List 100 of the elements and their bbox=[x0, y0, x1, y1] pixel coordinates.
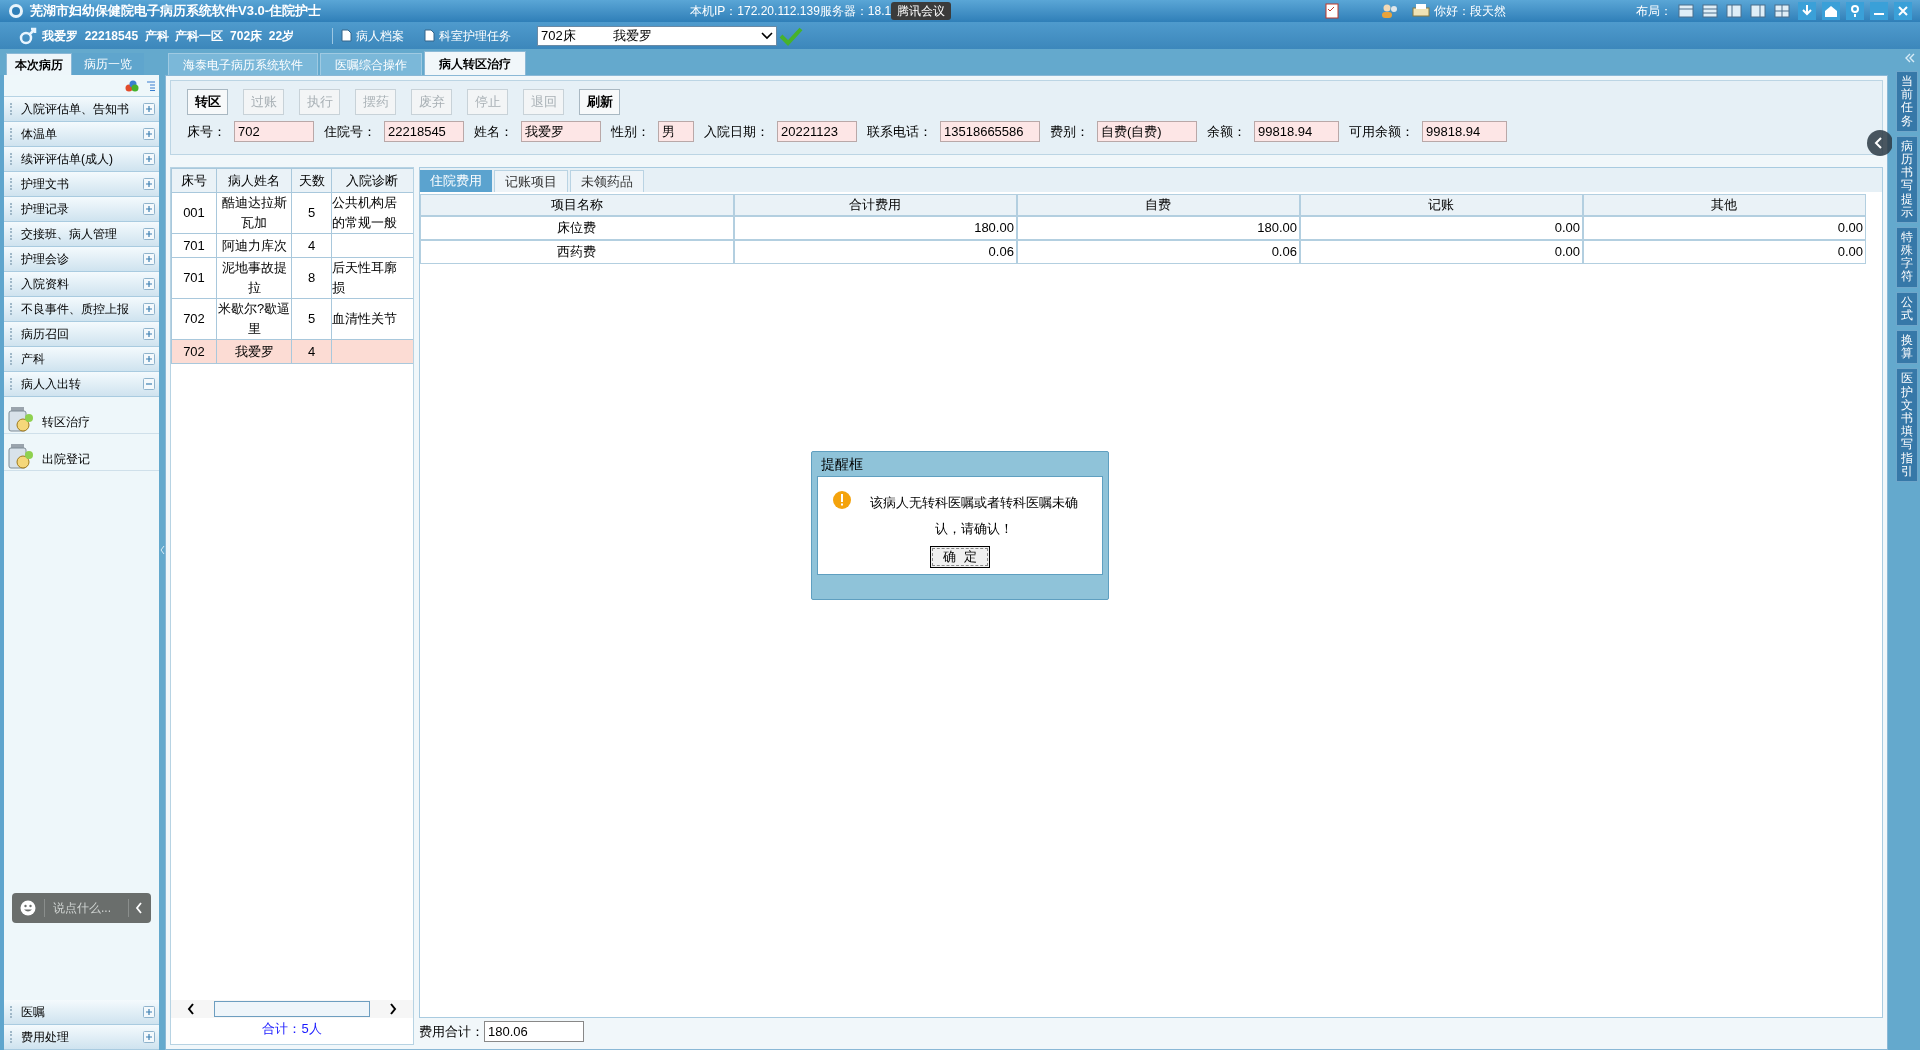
sidebar-item-label: 转区治疗 bbox=[42, 414, 90, 431]
side-tool-tab[interactable]: 当前任务 bbox=[1896, 71, 1918, 132]
table-cell: 0.00 bbox=[1299, 240, 1583, 264]
info-field[interactable]: 我爱罗 bbox=[521, 121, 601, 142]
section-label: 医嘱 bbox=[21, 1004, 46, 1021]
table-cell: 4 bbox=[291, 339, 332, 364]
column-header[interactable]: 记账 bbox=[1299, 194, 1583, 216]
side-tool-tab[interactable]: 换算 bbox=[1896, 330, 1918, 365]
field-label: 床号： bbox=[187, 122, 226, 141]
patient-row[interactable]: 702 米歇尔?歇逼里 5 血清性关节 bbox=[171, 298, 413, 340]
column-header[interactable]: 病人姓名 bbox=[216, 168, 292, 193]
table-cell: 0.00 bbox=[1299, 216, 1583, 240]
info-field[interactable]: 99818.94 bbox=[1422, 121, 1507, 142]
field-label: 联系电话： bbox=[867, 122, 932, 141]
info-field[interactable]: 男 bbox=[658, 121, 694, 142]
side-tool-tab[interactable]: 医护文书填写指引 bbox=[1896, 368, 1918, 482]
sidebar-section-header[interactable]: 护理会诊 bbox=[4, 247, 159, 272]
table-cell: 4 bbox=[291, 233, 332, 258]
side-tool-tab[interactable]: 公式 bbox=[1896, 291, 1918, 326]
column-header[interactable]: 天数 bbox=[291, 168, 332, 193]
table-cell: 泥地事故提拉 bbox=[216, 257, 292, 299]
sidebar-section-header[interactable]: 交接班、病人管理 bbox=[4, 222, 159, 247]
sidebar-section-header[interactable]: 不良事件、质控上报 bbox=[4, 297, 159, 322]
fee-total-label: 费用合计： bbox=[419, 1022, 484, 1041]
section-label: 体温单 bbox=[21, 126, 58, 143]
bed-select[interactable]: 702床 我爱罗 bbox=[537, 25, 778, 46]
section-label: 不良事件、质控上报 bbox=[21, 301, 130, 318]
patient-summary: 我爱罗 22218545 产科 产科一区 702床 22岁 bbox=[42, 27, 295, 45]
greeting-text: 你好：段天然 bbox=[1434, 3, 1506, 20]
dialog-title: 提醒框 bbox=[820, 454, 864, 474]
table-cell: 5 bbox=[291, 298, 332, 340]
field-label: 余额： bbox=[1207, 122, 1246, 141]
table-cell: 0.06 bbox=[1016, 240, 1300, 264]
fee-tab[interactable]: 未领药品 bbox=[570, 170, 644, 192]
sidebar-section-header[interactable]: 入院资料 bbox=[4, 272, 159, 297]
table-cell: 001 bbox=[171, 192, 217, 234]
sidebar-section-header[interactable]: 护理文书 bbox=[4, 172, 159, 197]
side-tool-tab[interactable]: 病历书写提示 bbox=[1896, 135, 1918, 223]
fee-total-field[interactable]: 180.06 bbox=[484, 1021, 584, 1042]
sidebar-section-header[interactable]: 费用处理 bbox=[4, 1025, 159, 1050]
ok-button[interactable]: 确 定 bbox=[930, 546, 990, 568]
patient-row[interactable]: 702 我爱罗 4 bbox=[171, 339, 413, 364]
table-cell: 西药费 bbox=[420, 240, 734, 264]
info-field[interactable]: 13518665586 bbox=[940, 121, 1040, 142]
sidebar-section-header[interactable]: 体温单 bbox=[4, 122, 159, 147]
fee-tab[interactable]: 记账项目 bbox=[494, 170, 568, 192]
sidebar-section-header[interactable]: 入院评估单、告知书 bbox=[4, 97, 159, 122]
table-cell: 702 bbox=[171, 298, 217, 340]
sidebar-section-header[interactable]: 病历召回 bbox=[4, 322, 159, 347]
sidebar-section-header[interactable]: 产科 bbox=[4, 347, 159, 372]
column-header[interactable]: 床号 bbox=[171, 168, 217, 193]
column-header[interactable]: 其他 bbox=[1582, 194, 1866, 216]
toolbar-button[interactable]: 转区 bbox=[187, 89, 228, 115]
layout-label: 布局： bbox=[1636, 3, 1672, 20]
section-label: 入院资料 bbox=[21, 276, 70, 293]
patient-row[interactable]: 001 酷迪达拉斯瓦加 5 公共机构居的常规一般 bbox=[171, 192, 413, 234]
table-cell: 阿迪力库次 bbox=[216, 233, 292, 258]
table-cell: 酷迪达拉斯瓦加 bbox=[216, 192, 292, 234]
section-label: 护理会诊 bbox=[21, 251, 70, 268]
field-label: 可用余额： bbox=[1349, 122, 1414, 141]
section-label: 费用处理 bbox=[21, 1029, 70, 1046]
sidebar-section-header[interactable]: 医嘱 bbox=[4, 1000, 159, 1025]
sidebar-section-header[interactable]: 护理记录 bbox=[4, 197, 159, 222]
field-label: 入院日期： bbox=[704, 122, 769, 141]
info-field[interactable]: 22218545 bbox=[384, 121, 464, 142]
table-cell: 0.00 bbox=[1582, 216, 1866, 240]
patient-row[interactable]: 701 泥地事故提拉 8 后天性耳廓损 bbox=[171, 257, 413, 299]
meeting-badge: 腾讯会议 bbox=[891, 2, 952, 20]
sidebar-section-header[interactable]: 续评评估单(成人) bbox=[4, 147, 159, 172]
table-cell: 8 bbox=[291, 257, 332, 299]
sidebar-item[interactable]: 出院登记 bbox=[4, 434, 159, 471]
info-field[interactable]: 自费(自费) bbox=[1097, 121, 1197, 142]
sidebar-item-label: 出院登记 bbox=[42, 451, 90, 468]
patient-row[interactable]: 701 阿迪力库次 4 bbox=[171, 233, 413, 258]
section-label: 病人入出转 bbox=[21, 376, 82, 393]
section-label: 交接班、病人管理 bbox=[21, 226, 118, 243]
table-cell: 180.00 bbox=[733, 216, 1017, 240]
table-cell: 180.00 bbox=[1016, 216, 1300, 240]
dialog-message: 该病人无转科医嘱或者转科医嘱未确认，请确认！ bbox=[869, 494, 1079, 538]
field-label: 费别： bbox=[1050, 122, 1089, 141]
info-field[interactable]: 20221123 bbox=[777, 121, 857, 142]
table-cell: 701 bbox=[171, 257, 217, 299]
section-label: 续评评估单(成人) bbox=[21, 151, 114, 168]
sidebar-section-header[interactable]: 病人入出转 bbox=[4, 372, 159, 397]
toolbar-button[interactable]: 刷新 bbox=[579, 89, 620, 115]
field-label: 性别： bbox=[611, 122, 650, 141]
column-header[interactable]: 项目名称 bbox=[420, 194, 734, 216]
side-tool-tab[interactable]: 特殊字符 bbox=[1896, 226, 1918, 288]
patient-total: 合计：5人 bbox=[262, 1020, 322, 1038]
section-label: 病历召回 bbox=[21, 326, 70, 343]
document-tab[interactable]: 病人转区治疗 bbox=[424, 51, 526, 75]
sidebar-tab[interactable]: 本次病历 bbox=[6, 53, 72, 75]
sidebar-item[interactable]: 转区治疗 bbox=[4, 397, 159, 434]
table-cell: 床位费 bbox=[420, 216, 734, 240]
chat-input-widget[interactable]: 说点什么... bbox=[12, 893, 151, 923]
section-label: 护理文书 bbox=[21, 176, 70, 193]
info-field[interactable]: 99818.94 bbox=[1254, 121, 1339, 142]
info-field[interactable]: 702 bbox=[234, 121, 314, 142]
column-header[interactable]: 自费 bbox=[1016, 194, 1300, 216]
column-header[interactable]: 合计费用 bbox=[733, 194, 1017, 216]
